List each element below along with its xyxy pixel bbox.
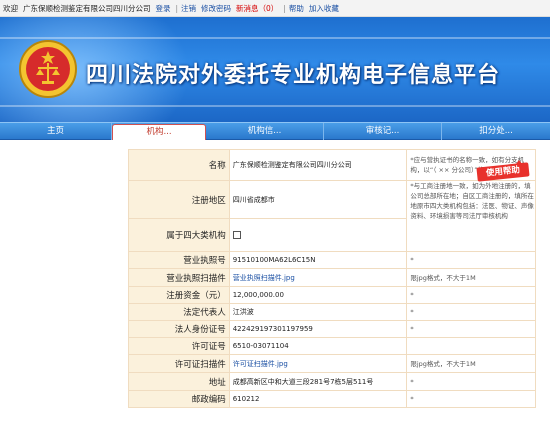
field-note: 限jpg格式，不大于1M <box>406 268 536 287</box>
add-favorite-link[interactable]: 加入收藏 <box>309 3 339 14</box>
field-note: * <box>406 320 536 338</box>
field-note: * <box>406 372 536 391</box>
field-note: 限jpg格式，不大于1M <box>406 354 536 373</box>
field-note: * <box>406 390 536 408</box>
nav-home[interactable]: 主页 <box>0 123 112 141</box>
field-note: * <box>406 286 536 304</box>
table-row: 法定代表人 江洪波 * <box>128 303 536 321</box>
capital-field[interactable]: 12,000,000.00 <box>228 286 408 304</box>
field-label: 营业执照扫描件 <box>128 268 230 287</box>
field-label: 法定代表人 <box>128 303 230 321</box>
change-password-link[interactable]: 修改密码 <box>201 3 231 14</box>
banner-streak <box>0 105 550 107</box>
header-banner: 四川法院对外委托专业机构电子信息平台 <box>0 17 550 122</box>
postal-code-field[interactable]: 610212 <box>228 390 408 408</box>
field-label: 营业执照号 <box>128 251 230 269</box>
help-link[interactable]: 帮助 <box>289 3 304 14</box>
license-scan-link[interactable]: 营业执照扫描件.jpg <box>233 274 295 282</box>
legal-rep-field[interactable]: 江洪波 <box>228 303 408 321</box>
field-label: 许可证号 <box>128 337 230 355</box>
region-field[interactable]: 四川省成都市 <box>228 180 408 219</box>
usage-help-label: 使用帮助 <box>476 162 530 182</box>
table-row: 许可证扫描件 许可证扫描件.jpg 限jpg格式，不大于1M <box>128 354 536 373</box>
main-nav: 主页 机构... 机构信... 审核记... 扣分处... <box>0 122 550 141</box>
permit-scan-link[interactable]: 许可证扫描件.jpg <box>233 360 288 368</box>
separator: | <box>283 3 286 13</box>
license-number-field[interactable]: 91510100MA62L6C15N <box>228 251 408 269</box>
permit-number-field[interactable]: 6510-03071104 <box>228 337 408 355</box>
table-row: 注册地区 四川省成都市 *与工商注册地一致，如为外地注册的，填公司总部所在地；自… <box>128 180 536 252</box>
table-row: 营业执照扫描件 营业执照扫描件.jpg 限jpg格式，不大于1M <box>128 268 536 287</box>
company-name: 广东保顺检测鉴定有限公司四川分公司 <box>23 3 151 13</box>
platform-title: 四川法院对外委托专业机构电子信息平台 <box>86 63 501 88</box>
table-row: 邮政编码 610212 * <box>128 390 536 408</box>
field-note: *与工商注册地一致，如为外地注册的，填公司总部所在地；自区工商注册的，填所在地原… <box>406 180 536 252</box>
nav-institution-info[interactable]: 机构信... <box>206 123 324 141</box>
separator: | <box>175 3 179 13</box>
address-field[interactable]: 成都高新区中和大道三段281号7栋5层511号 <box>228 372 408 391</box>
court-emblem-icon <box>19 40 77 98</box>
field-label: 名称 <box>128 149 230 181</box>
field-label: 注册地区 <box>128 180 230 219</box>
four-category-checkbox[interactable] <box>232 231 241 239</box>
table-row: 营业执照号 91510100MA62L6C15N * <box>128 251 536 269</box>
field-label: 邮政编码 <box>128 390 230 408</box>
welcome-text: 欢迎 <box>3 3 18 13</box>
nav-deductions[interactable]: 扣分处... <box>442 123 550 141</box>
institution-form: 名称 广东保顺检测鉴定有限公司四川分公司 *应与营执证书的名称一致，如有分支机构… <box>128 149 536 408</box>
nav-institution[interactable]: 机构... <box>112 124 206 141</box>
banner-streak <box>0 37 550 39</box>
table-row: 许可证号 6510-03071104 <box>128 337 536 355</box>
table-row: 注册资金（元） 12,000,000.00 * <box>128 286 536 304</box>
field-label: 属于四大类机构 <box>128 218 230 252</box>
new-messages-link[interactable]: 新消息（0） <box>236 3 278 14</box>
logout-link[interactable]: 注销 <box>181 3 196 14</box>
field-note: * <box>406 251 536 269</box>
name-field[interactable]: 广东保顺检测鉴定有限公司四川分公司 <box>228 149 408 181</box>
permit-scan-cell: 许可证扫描件.jpg <box>228 354 408 373</box>
table-row: 法人身份证号 422429197301197959 * <box>128 320 536 338</box>
id-number-field[interactable]: 422429197301197959 <box>228 320 408 338</box>
table-row: 地址 成都高新区中和大道三段281号7栋5层511号 * <box>128 372 536 391</box>
nav-audit-records[interactable]: 审核记... <box>324 123 442 141</box>
usage-help-button[interactable]: 使用帮助 <box>476 160 533 182</box>
field-note: * <box>406 303 536 321</box>
field-label: 法人身份证号 <box>128 320 230 338</box>
field-label: 许可证扫描件 <box>128 354 230 373</box>
field-label: 注册资金（元） <box>128 286 230 304</box>
login-link[interactable]: 登录 <box>156 3 171 14</box>
field-note <box>406 337 536 355</box>
category-cell <box>228 218 408 252</box>
field-label: 地址 <box>128 372 230 391</box>
license-scan-cell: 营业执照扫描件.jpg <box>228 268 408 287</box>
table-row: 名称 广东保顺检测鉴定有限公司四川分公司 *应与营执证书的名称一致，如有分支机构… <box>128 149 536 181</box>
top-status-bar: 欢迎 广东保顺检测鉴定有限公司四川分公司 登录 | 注销 修改密码 新消息（0）… <box>0 0 550 17</box>
spacer <box>0 140 550 149</box>
